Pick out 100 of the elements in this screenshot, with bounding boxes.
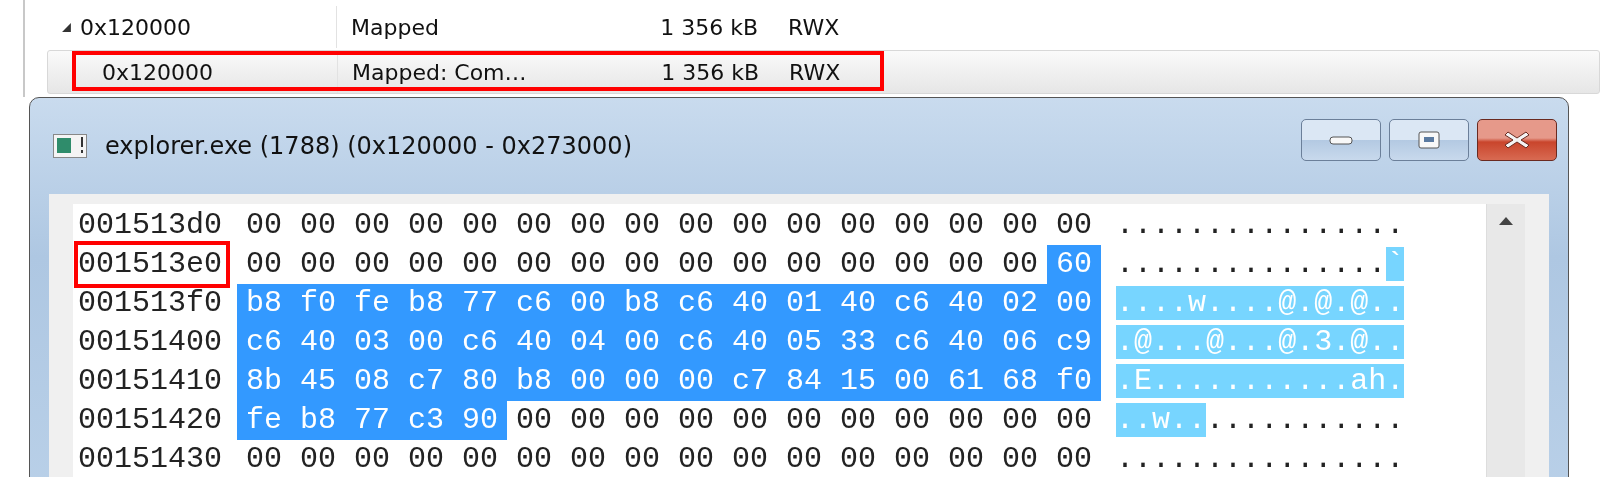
hex-byte: 80	[453, 362, 507, 401]
hex-byte: f0	[291, 284, 345, 323]
collapse-triangle-icon[interactable]	[61, 21, 72, 33]
hex-byte: 00	[893, 441, 931, 477]
hex-byte: 00	[1001, 441, 1039, 477]
list-row[interactable]: 0x120000 Mapped 1 356 kB RWX	[47, 6, 1600, 48]
hex-byte: 00	[677, 246, 715, 283]
hex-byte: 00	[299, 441, 337, 477]
hex-byte: 00	[839, 402, 877, 439]
hex-byte: 40	[939, 284, 993, 323]
hex-byte: c6	[885, 323, 939, 362]
hex-byte: 00	[885, 362, 939, 401]
address-text: 00151430	[78, 441, 224, 477]
hex-byte: 00	[407, 441, 445, 477]
hex-byte: 00	[515, 246, 553, 283]
hex-byte: 00	[623, 207, 661, 244]
hex-byte: 00	[1001, 246, 1039, 283]
hex-byte: 00	[515, 207, 553, 244]
ascii-text: ..w.............	[1116, 402, 1405, 439]
hex-byte: 90	[453, 401, 507, 440]
hex-byte: 00	[515, 402, 553, 439]
hex-byte: 00	[839, 441, 877, 477]
hex-byte: 04	[561, 323, 615, 362]
protection-text: RWX	[788, 14, 840, 40]
hex-byte: 00	[407, 207, 445, 244]
hex-byte: b8	[291, 401, 345, 440]
hex-byte: f0	[1047, 362, 1101, 401]
hex-byte: c7	[399, 362, 453, 401]
hex-byte: 05	[777, 323, 831, 362]
window-app-icon	[53, 134, 87, 158]
hex-byte: 40	[291, 323, 345, 362]
selected-row[interactable]: 0x120000 Mapped: Com… 1 356 kB RWX	[47, 50, 1600, 94]
hex-byte: c6	[453, 323, 507, 362]
hex-byte: c6	[669, 323, 723, 362]
hex-byte: 61	[939, 362, 993, 401]
hex-byte: 00	[615, 362, 669, 401]
hex-byte: 40	[831, 284, 885, 323]
hex-byte: 40	[939, 323, 993, 362]
hex-byte: 77	[345, 401, 399, 440]
hex-byte: 00	[561, 284, 615, 323]
maximize-icon	[1417, 130, 1441, 150]
hex-byte: 00	[615, 323, 669, 362]
address-text: 001513f0	[78, 285, 224, 322]
address-text: 00151400	[78, 324, 224, 361]
hex-byte: 02	[993, 284, 1047, 323]
hex-byte: 01	[777, 284, 831, 323]
hex-byte: 00	[893, 402, 931, 439]
hex-byte: 33	[831, 323, 885, 362]
hex-byte: 40	[723, 323, 777, 362]
hex-byte: 00	[677, 207, 715, 244]
hex-byte: 00	[731, 441, 769, 477]
address-text: 001513d0	[78, 207, 224, 244]
address-text: 00151420	[78, 402, 224, 439]
close-button[interactable]	[1477, 119, 1557, 161]
ascii-text: ................	[1116, 441, 1405, 477]
hex-byte: 00	[947, 402, 985, 439]
hex-byte: 45	[291, 362, 345, 401]
address-text: 0x120000	[102, 59, 213, 85]
hex-byte: 00	[569, 246, 607, 283]
close-icon	[1503, 129, 1531, 151]
hex-byte: 03	[345, 323, 399, 362]
hex-byte: 00	[461, 441, 499, 477]
scrollbar[interactable]	[1486, 204, 1525, 477]
hex-byte: 06	[993, 323, 1047, 362]
hex-byte: 00	[623, 441, 661, 477]
hex-byte: c9	[1047, 323, 1101, 362]
hex-byte: c6	[507, 284, 561, 323]
hex-byte: 00	[399, 323, 453, 362]
scroll-up-icon[interactable]	[1498, 216, 1514, 226]
hex-byte: c6	[885, 284, 939, 323]
hex-byte: 00	[947, 207, 985, 244]
hex-byte: 00	[569, 402, 607, 439]
hex-byte: 00	[623, 402, 661, 439]
hex-byte: 00	[1047, 284, 1101, 323]
ascii-text: ................	[1116, 207, 1405, 244]
hex-byte: fe	[345, 284, 399, 323]
hex-byte: 00	[893, 207, 931, 244]
maximize-button[interactable]	[1389, 119, 1469, 161]
minimize-button[interactable]	[1301, 119, 1381, 161]
hex-byte: c6	[669, 284, 723, 323]
hex-byte: c3	[399, 401, 453, 440]
hex-byte: 00	[785, 402, 823, 439]
ascii-text: ....w....@.@.@..	[1116, 285, 1405, 322]
hex-byte: 00	[677, 402, 715, 439]
hex-byte: c6	[237, 323, 291, 362]
hex-byte: 00	[353, 441, 391, 477]
hex-byte: 00	[461, 207, 499, 244]
hex-byte: 68	[993, 362, 1047, 401]
hex-byte: 00	[245, 441, 283, 477]
hex-byte: 00	[245, 246, 283, 283]
hex-byte: 00	[1055, 441, 1093, 477]
hex-byte: b8	[507, 362, 561, 401]
address-text: 00151410	[78, 363, 224, 400]
hex-byte: 00	[893, 246, 931, 283]
hex-byte: b8	[615, 284, 669, 323]
hex-byte: b8	[237, 284, 291, 323]
hex-byte: 00	[669, 362, 723, 401]
hex-byte: 00	[731, 246, 769, 283]
hex-byte: 00	[299, 207, 337, 244]
ascii-text: ...............`	[1116, 246, 1405, 283]
